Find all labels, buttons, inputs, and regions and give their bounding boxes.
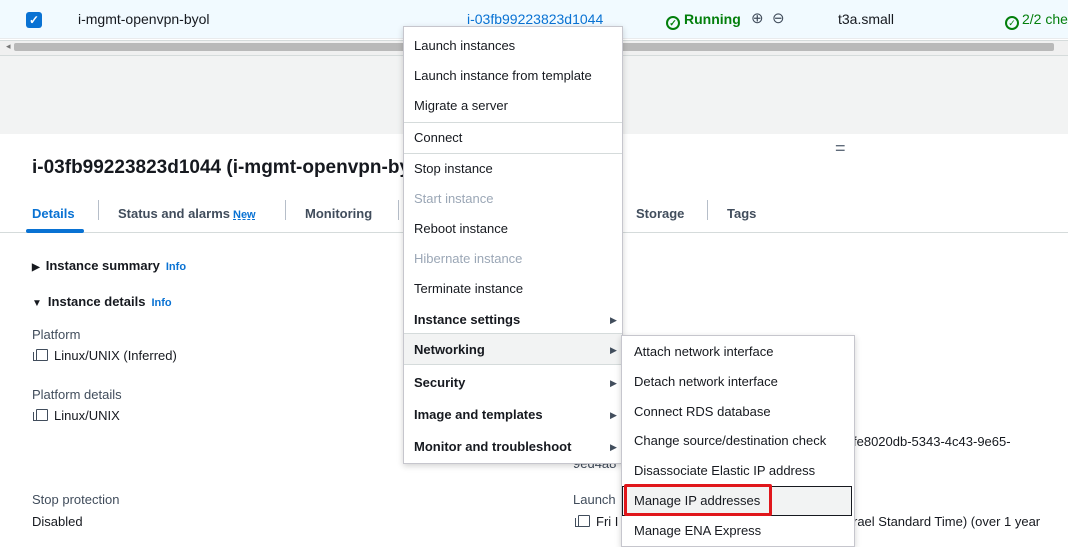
section-title: Instance summary [45, 258, 160, 273]
submenu-attach-network-interface[interactable]: Attach network interface [634, 344, 773, 359]
launch-value: Fri I [575, 514, 619, 529]
instance-id-link[interactable]: i-03fb99223823d1044 [467, 11, 603, 27]
instance-details-toggle[interactable]: ▼ Instance details Info [32, 294, 172, 309]
submenu-arrow-icon: ▶ [610, 345, 617, 355]
instance-type: t3a.small [838, 11, 895, 27]
id-fragment: fe8020db-5343-4c43-9e65- [853, 434, 1011, 449]
menu-migrate-server[interactable]: Migrate a server [414, 98, 508, 113]
tab-storage[interactable]: Storage [636, 206, 684, 221]
zoom-in-icon[interactable]: ⊕ [751, 9, 764, 27]
tab-separator [707, 200, 708, 220]
tab-status-label: Status and alarms [118, 206, 230, 221]
submenu-arrow-icon: ▶ [610, 410, 617, 420]
menu-start-instance: Start instance [414, 191, 494, 206]
row-checkbox[interactable]: ✓ [26, 12, 42, 28]
tab-tags[interactable]: Tags [727, 206, 756, 221]
copy-icon[interactable] [33, 409, 48, 421]
copy-icon[interactable] [575, 515, 590, 527]
menu-monitor-troubleshoot[interactable]: Monitor and troubleshoot [414, 439, 571, 454]
check-circle-icon: ✓ [1005, 16, 1019, 30]
platform-details-label: Platform details [32, 387, 122, 402]
platform-details-value: Linux/UNIX [33, 408, 120, 423]
submenu-connect-rds[interactable]: Connect RDS database [634, 404, 771, 419]
check-circle-icon: ✓ [666, 16, 680, 30]
menu-divider [404, 122, 622, 123]
submenu-detach-network-interface[interactable]: Detach network interface [634, 374, 778, 389]
status-checks: ✓2/2 check [1005, 11, 1068, 30]
scroll-left-icon[interactable]: ◂ [6, 41, 11, 52]
caret-down-icon: ▼ [32, 298, 42, 309]
menu-stop-instance[interactable]: Stop instance [414, 161, 493, 176]
submenu-arrow-icon: ▶ [610, 315, 617, 325]
menu-networking[interactable]: Networking [414, 342, 485, 357]
platform-text: Linux/UNIX (Inferred) [54, 348, 177, 363]
submenu-arrow-icon: ▶ [610, 378, 617, 388]
launch-label: Launch [573, 492, 616, 507]
menu-instance-settings[interactable]: Instance settings [414, 312, 520, 327]
stop-protection-label: Stop protection [32, 492, 120, 507]
tab-status-alarms[interactable]: Status and alarms New [118, 206, 256, 221]
instance-summary-toggle[interactable]: ▶ Instance summary Info [32, 258, 186, 273]
launch-text: Fri I [596, 514, 619, 529]
menu-divider [404, 153, 622, 154]
info-link[interactable]: Info [166, 261, 186, 273]
menu-connect[interactable]: Connect [414, 130, 462, 145]
menu-security[interactable]: Security [414, 375, 465, 390]
submenu-arrow-icon: ▶ [610, 442, 617, 452]
stop-protection-value: Disabled [32, 514, 83, 529]
menu-image-templates[interactable]: Image and templates [414, 407, 543, 422]
menu-launch-instances[interactable]: Launch instances [414, 38, 515, 53]
active-tab-indicator [26, 229, 84, 233]
menu-reboot-instance[interactable]: Reboot instance [414, 221, 508, 236]
menu-launch-from-template[interactable]: Launch instance from template [414, 68, 592, 83]
platform-value: Linux/UNIX (Inferred) [33, 348, 177, 363]
platform-details-text: Linux/UNIX [54, 408, 120, 423]
tab-monitoring[interactable]: Monitoring [305, 206, 372, 221]
tab-separator [398, 200, 399, 220]
menu-terminate-instance[interactable]: Terminate instance [414, 281, 523, 296]
state-label: Running [684, 11, 741, 27]
new-badge: New [233, 209, 256, 221]
actions-menu: Launch instances Launch instance from te… [403, 26, 623, 464]
tab-separator [285, 200, 286, 220]
tab-separator [98, 200, 99, 220]
submenu-manage-ena-express[interactable]: Manage ENA Express [634, 523, 761, 538]
menu-hibernate-instance: Hibernate instance [414, 251, 523, 266]
highlight-annotation [624, 484, 772, 516]
platform-label: Platform [32, 327, 81, 342]
info-link[interactable]: Info [151, 297, 171, 309]
launch-time-tail: rael Standard Time) (over 1 year [853, 514, 1041, 529]
submenu-change-source-dest-check[interactable]: Change source/destination check [634, 433, 826, 448]
panel-title: i-03fb99223823d1044 (i-mgmt-openvpn-byo [32, 157, 422, 178]
copy-icon[interactable] [33, 349, 48, 361]
menu-divider [404, 364, 622, 365]
section-title: Instance details [47, 294, 146, 309]
submenu-disassociate-elastic-ip[interactable]: Disassociate Elastic IP address [634, 463, 815, 478]
panel-resize-handle[interactable]: = [835, 138, 846, 159]
tab-details[interactable]: Details [32, 206, 75, 221]
instance-name: i-mgmt-openvpn-byol [78, 11, 210, 27]
zoom-out-icon[interactable]: ⊖ [772, 9, 785, 27]
caret-right-icon: ▶ [32, 262, 40, 273]
instance-state: ✓ Running [666, 11, 741, 30]
checks-label: 2/2 check [1022, 11, 1068, 27]
